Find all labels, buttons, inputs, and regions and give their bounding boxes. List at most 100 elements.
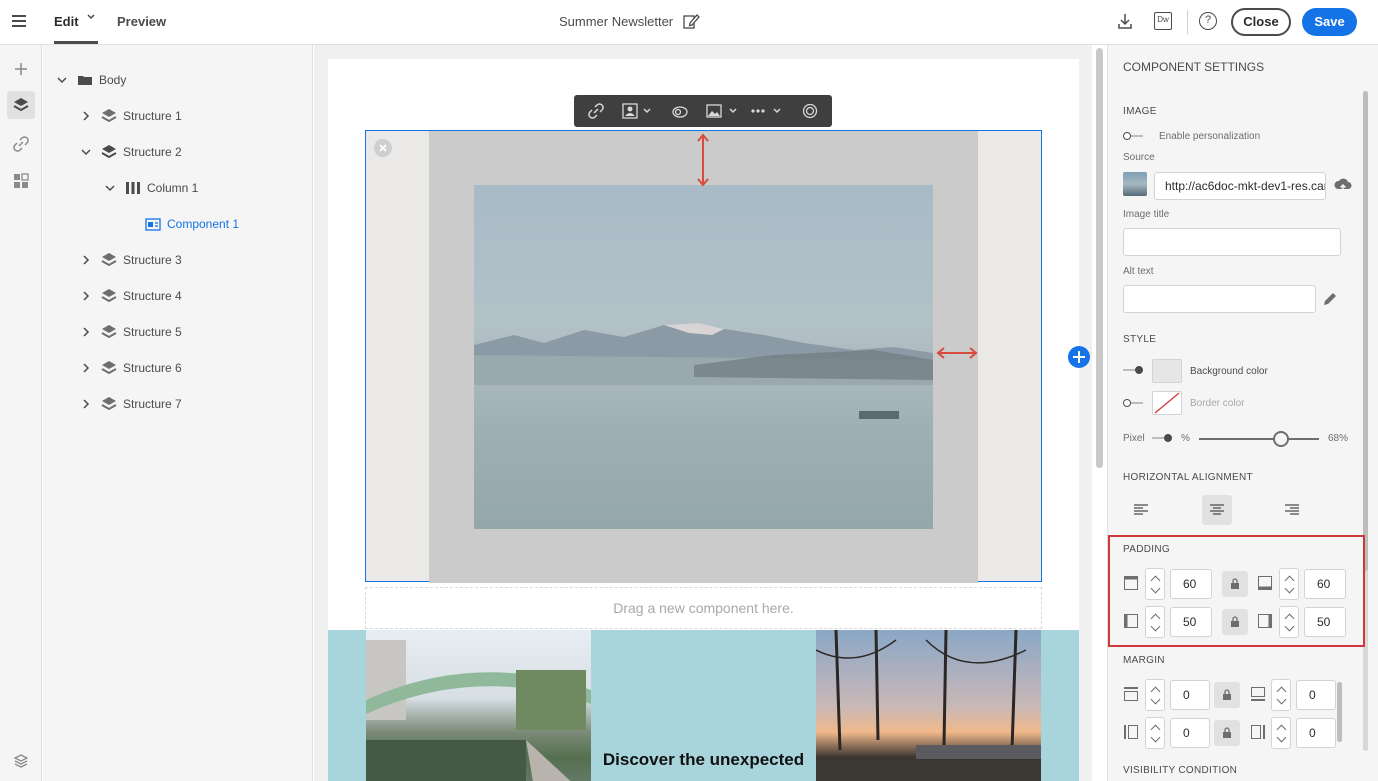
background-color-toggle[interactable]: [1123, 365, 1143, 375]
tree-item-structure-6[interactable]: Structure 6: [81, 358, 182, 378]
alt-text-input[interactable]: [1123, 285, 1316, 313]
chevron-down-icon[interactable]: [81, 147, 91, 157]
margin-right-stepper[interactable]: [1271, 717, 1291, 749]
tree-item-column-1[interactable]: Column 1: [105, 178, 198, 198]
dreamweaver-icon[interactable]: Dw: [1154, 12, 1172, 30]
source-thumbnail[interactable]: [1123, 172, 1147, 196]
creative-cloud-icon[interactable]: [672, 103, 688, 119]
download-icon[interactable]: [1116, 12, 1134, 30]
bridge-image: [366, 640, 591, 781]
chevron-right-icon[interactable]: [81, 363, 91, 373]
drop-zone[interactable]: Drag a new component here.: [365, 587, 1042, 629]
structure-icon: [101, 109, 117, 123]
border-color-swatch[interactable]: [1152, 391, 1182, 415]
structure-icon: [101, 325, 117, 339]
margin-top-icon: [1124, 687, 1138, 701]
personalization-toggle[interactable]: [1123, 131, 1143, 141]
margin-scrollbar[interactable]: [1337, 682, 1342, 742]
pencil-icon[interactable]: [1322, 291, 1338, 307]
menu-icon[interactable]: [12, 15, 26, 27]
add-icon[interactable]: [7, 55, 35, 83]
settings-scrollbar[interactable]: [1363, 91, 1368, 571]
chevron-down-icon[interactable]: [86, 12, 96, 22]
image-component-icon: [145, 218, 161, 231]
upload-cloud-icon[interactable]: [1334, 176, 1352, 194]
layers-icon[interactable]: [7, 91, 35, 119]
tree-item-label: Structure 7: [123, 397, 182, 411]
tree-item-component-1[interactable]: Component 1: [145, 214, 239, 234]
border-color-toggle[interactable]: [1123, 398, 1143, 408]
tree-item-structure-7[interactable]: Structure 7: [81, 394, 182, 414]
margin-left-stepper[interactable]: [1145, 717, 1165, 749]
chevron-down-icon[interactable]: [57, 75, 67, 85]
margin-top-input[interactable]: 0: [1170, 680, 1210, 710]
pixel-percent-toggle[interactable]: [1152, 433, 1172, 443]
chevron-right-icon[interactable]: [81, 291, 91, 301]
top-bar: Edit Preview Summer Newsletter Dw ? Clos…: [0, 0, 1378, 45]
document-title: Summer Newsletter: [559, 14, 674, 29]
bridge-photo[interactable]: [366, 630, 591, 781]
vertical-padding-arrow-icon[interactable]: [696, 133, 710, 187]
chevron-right-icon[interactable]: [81, 399, 91, 409]
settings-layers-icon[interactable]: [7, 747, 35, 775]
margin-right-input[interactable]: 0: [1296, 718, 1336, 748]
target-icon[interactable]: [802, 103, 818, 119]
border-color-label: Border color: [1190, 398, 1245, 409]
horizontal-padding-arrow-icon[interactable]: [936, 346, 978, 360]
margin-right-icon: [1251, 725, 1265, 739]
chevron-right-icon[interactable]: [81, 255, 91, 265]
more-options-icon[interactable]: [750, 103, 766, 119]
image-icon[interactable]: [706, 103, 722, 119]
tree-item-structure-5[interactable]: Structure 5: [81, 322, 182, 342]
lake-photo[interactable]: [474, 185, 933, 529]
sunset-photo[interactable]: [816, 630, 1041, 781]
selected-image-component[interactable]: [365, 130, 1090, 583]
tab-edit[interactable]: Edit: [54, 14, 79, 29]
edit-title-icon[interactable]: [682, 12, 700, 30]
remove-component-icon[interactable]: [374, 139, 392, 157]
tree-item-structure-3[interactable]: Structure 3: [81, 250, 182, 270]
tree-item-structure-2[interactable]: Structure 2: [81, 142, 182, 162]
structure-tree: Body Structure 1 Structure 2 Column 1 Co…: [43, 45, 313, 781]
chevron-down-icon[interactable]: [642, 103, 652, 119]
width-slider-track[interactable]: [1199, 438, 1319, 440]
help-icon[interactable]: ?: [1199, 12, 1217, 30]
align-center-button[interactable]: [1202, 495, 1232, 525]
personalize-image-icon[interactable]: [622, 103, 638, 119]
margin-left-input[interactable]: 0: [1170, 718, 1210, 748]
width-slider-knob[interactable]: [1272, 431, 1289, 447]
image-title-input[interactable]: [1123, 228, 1341, 256]
align-center-icon: [1210, 504, 1224, 515]
margin-bottom-input[interactable]: 0: [1296, 680, 1336, 710]
component-toolbar: [574, 95, 832, 127]
tree-item-body[interactable]: Body: [57, 70, 126, 90]
background-color-swatch[interactable]: [1152, 359, 1182, 383]
margin-bottom-stepper[interactable]: [1271, 679, 1291, 711]
canvas-scrollbar[interactable]: [1096, 48, 1103, 468]
chevron-down-icon[interactable]: [105, 183, 115, 193]
tab-preview[interactable]: Preview: [117, 14, 166, 29]
chevron-right-icon[interactable]: [81, 111, 91, 121]
add-component-icon[interactable]: [1068, 346, 1090, 368]
source-url-input[interactable]: http://ac6doc-mkt-dev1-res.cam: [1154, 172, 1326, 200]
save-button[interactable]: Save: [1302, 8, 1357, 36]
band-headline[interactable]: Discover the unexpected: [591, 750, 816, 770]
link-icon[interactable]: [7, 130, 35, 158]
chevron-right-icon[interactable]: [81, 327, 91, 337]
chevron-down-icon[interactable]: [772, 103, 782, 119]
link-icon[interactable]: [588, 103, 604, 119]
tree-item-label: Structure 1: [123, 109, 182, 123]
align-right-button[interactable]: [1277, 495, 1307, 525]
margin-section-heading: MARGIN: [1123, 655, 1165, 666]
tree-item-label: Column 1: [147, 181, 199, 195]
close-button[interactable]: Close: [1231, 8, 1291, 36]
tree-item-structure-4[interactable]: Structure 4: [81, 286, 182, 306]
margin-vertical-lock[interactable]: [1214, 682, 1240, 708]
margin-horizontal-lock[interactable]: [1214, 720, 1240, 746]
fragments-icon[interactable]: [7, 167, 35, 195]
align-left-button[interactable]: [1126, 495, 1156, 525]
margin-top-stepper[interactable]: [1145, 679, 1165, 711]
chevron-down-icon[interactable]: [728, 103, 738, 119]
pixel-label: Pixel: [1123, 433, 1145, 444]
tree-item-structure-1[interactable]: Structure 1: [81, 106, 182, 126]
